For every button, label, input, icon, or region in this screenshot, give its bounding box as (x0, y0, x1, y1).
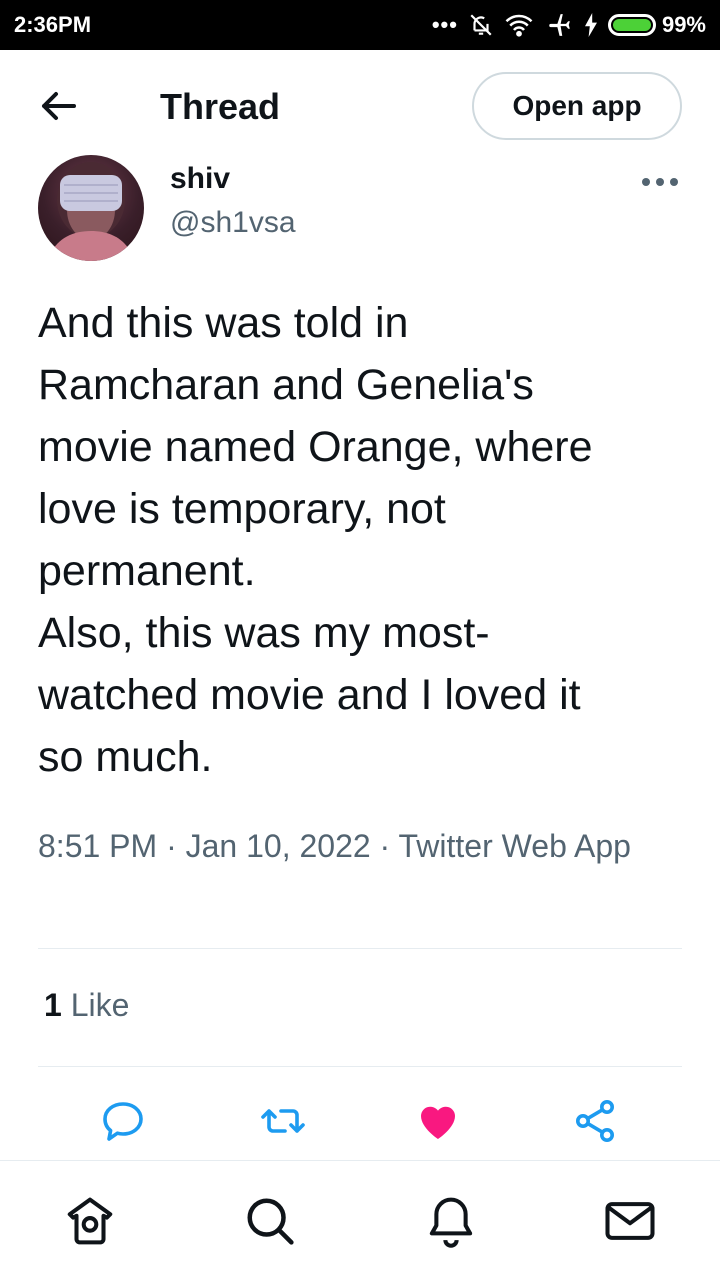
charging-icon (584, 13, 597, 37)
like-count-link[interactable]: 1 Like (44, 987, 129, 1024)
more-notifications-icon: ••• (431, 12, 458, 37)
back-arrow-icon (42, 92, 76, 120)
open-app-button[interactable]: Open app (472, 72, 682, 140)
airplane-icon (549, 14, 570, 36)
notifications-icon (429, 1197, 473, 1248)
tweet-text: And this was told in Ramcharan and Genel… (38, 299, 593, 781)
nav-messages[interactable] (602, 1193, 658, 1249)
home-icon (67, 1197, 113, 1245)
wifi-icon (505, 14, 533, 37)
reply-button[interactable] (96, 1094, 150, 1148)
status-icons: ••• 99% (432, 12, 706, 38)
more-options-button[interactable] (640, 170, 680, 194)
retweet-button[interactable] (256, 1094, 310, 1148)
share-button[interactable] (568, 1094, 622, 1148)
page-title: Thread (160, 86, 281, 127)
author-handle[interactable]: @sh1vsa (170, 206, 296, 240)
search-icon (247, 1198, 294, 1245)
author-name[interactable]: shiv (170, 162, 230, 196)
messages-icon (605, 1202, 655, 1240)
like-label: Like (70, 987, 130, 1023)
battery-percent: 99% (661, 12, 706, 37)
avatar[interactable] (38, 155, 144, 261)
nav-notifications[interactable] (423, 1193, 479, 1249)
reply-icon (103, 1102, 143, 1141)
nav-search[interactable] (242, 1193, 298, 1249)
retweet-icon (261, 1109, 305, 1133)
divider (38, 948, 682, 949)
like-button[interactable] (411, 1094, 465, 1148)
status-time: 2:36PM (14, 12, 92, 37)
bottom-navigation (0, 1160, 720, 1280)
tweet-actions (0, 1094, 720, 1148)
divider (38, 1066, 682, 1067)
status-bar: 2:36PM ••• 99% (0, 0, 720, 50)
thread-header: Thread Open app (0, 50, 720, 162)
like-count: 1 (44, 987, 62, 1023)
back-button[interactable] (38, 88, 80, 124)
mute-bell-icon (470, 14, 492, 36)
battery-indicator: 99% (607, 12, 706, 38)
tweet-meta: 8:51 PM · Jan 10, 2022 · Twitter Web App (38, 828, 631, 864)
nav-home[interactable] (62, 1193, 118, 1249)
battery-icon (607, 14, 656, 36)
like-icon (421, 1106, 455, 1139)
share-icon (576, 1100, 614, 1142)
more-dots-icon (642, 178, 678, 186)
